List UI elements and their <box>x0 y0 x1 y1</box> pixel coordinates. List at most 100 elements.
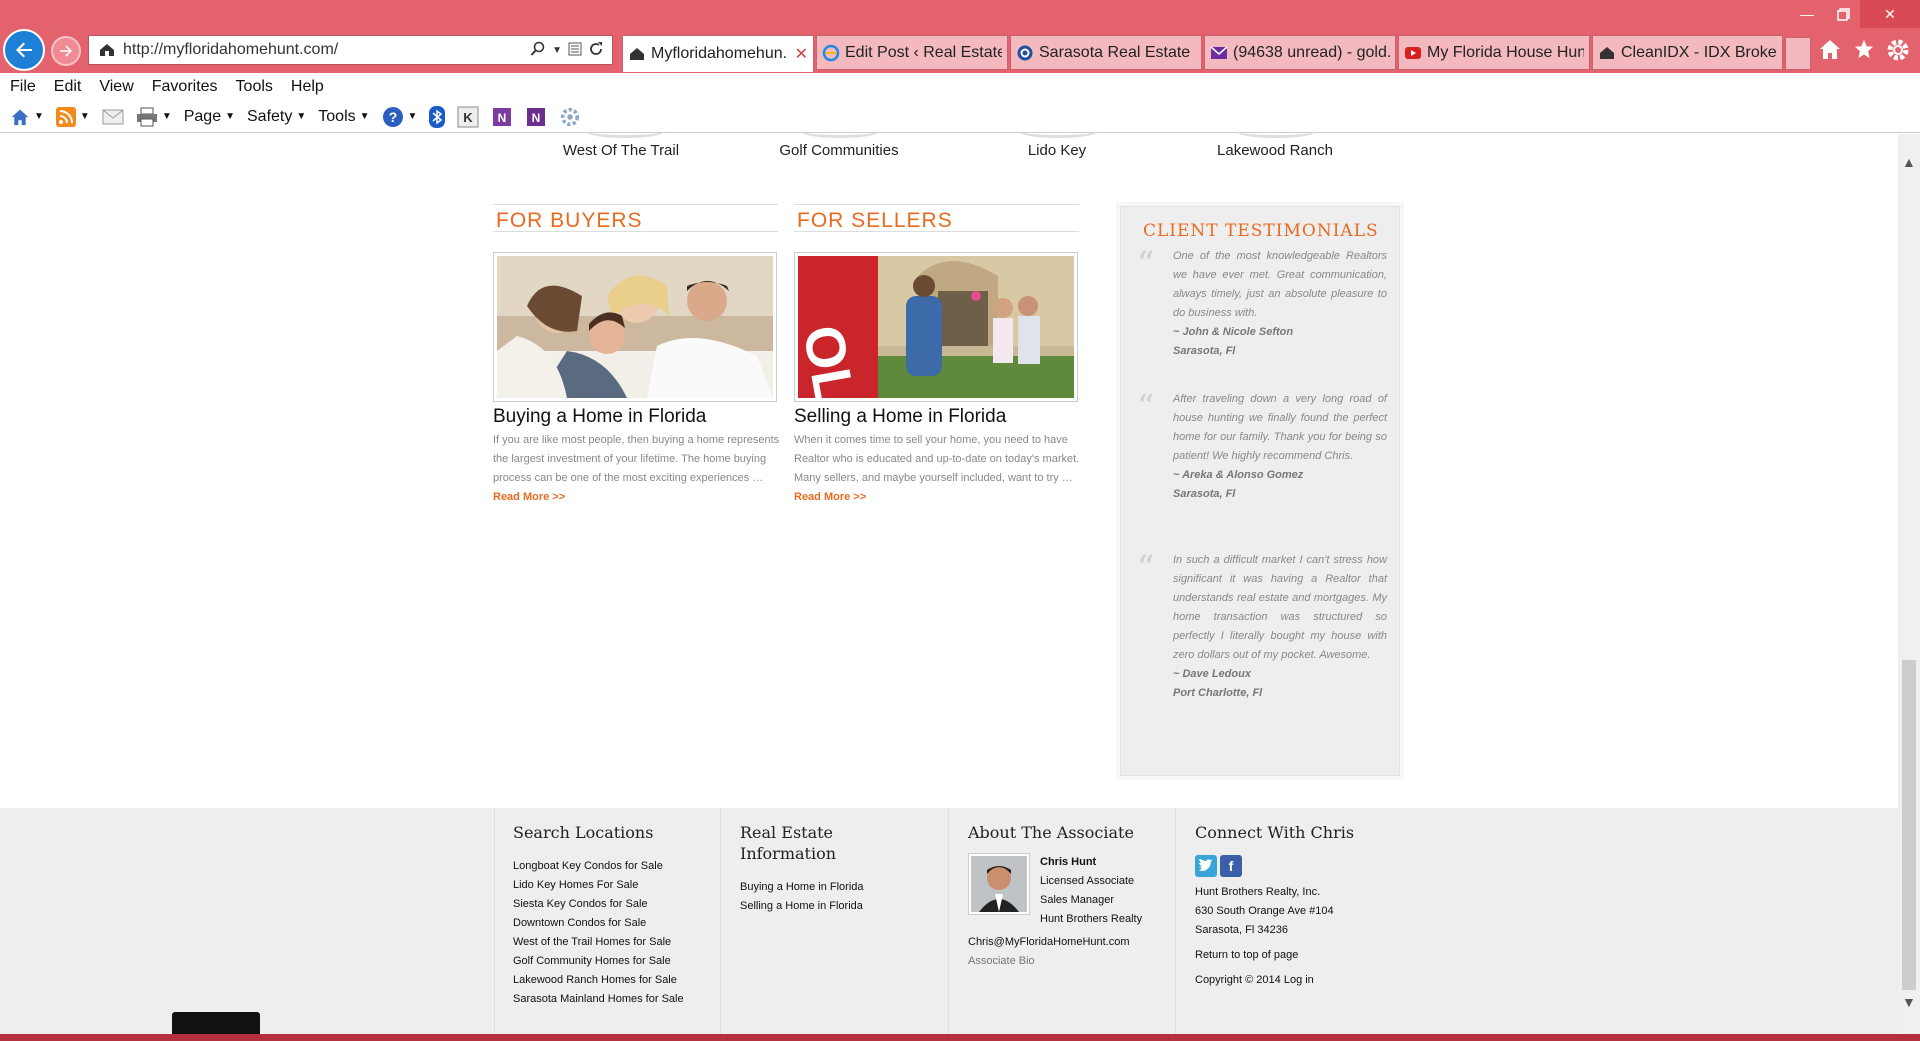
menu-file[interactable]: File <box>10 78 36 96</box>
address-bar[interactable]: http://myfloridahomehunt.com/ ▼ <box>88 35 613 65</box>
page-menu-button[interactable]: Page ▼ <box>184 108 235 126</box>
associate-company: Hunt Brothers Realty <box>1040 913 1143 925</box>
quote-icon: “ <box>1137 387 1155 427</box>
minimize-button[interactable]: — <box>1790 0 1824 28</box>
page-scrollbar[interactable]: ▲ ▼ <box>1898 134 1920 1034</box>
tab-sarasota-real-estate[interactable]: Sarasota Real Estate | ... <box>1010 35 1202 70</box>
settings-gear-icon[interactable] <box>1886 38 1910 67</box>
home-icon[interactable] <box>1818 38 1842 67</box>
footer-link-lido-key[interactable]: Lido Key Homes For Sale <box>513 876 713 895</box>
footer-connect-heading: Connect With Chris <box>1195 823 1355 842</box>
buying-article-title[interactable]: Buying a Home in Florida <box>493 406 706 428</box>
footer-link-buying[interactable]: Buying a Home in Florida <box>740 878 930 897</box>
maximize-button[interactable] <box>1826 0 1860 28</box>
title-bar: http://myfloridahomehunt.com/ ▼ Myflorid… <box>0 0 1920 76</box>
compatibility-view-icon[interactable] <box>568 42 582 59</box>
menu-favorites[interactable]: Favorites <box>152 78 218 96</box>
tab-label: Myfloridahomehun... <box>651 45 787 62</box>
scroll-up-icon[interactable]: ▲ <box>1902 154 1916 170</box>
print-button[interactable]: ▼ <box>136 107 172 127</box>
footer-about-heading: About The Associate <box>968 823 1134 842</box>
footer-link-siesta-key[interactable]: Siesta Key Condos for Sale <box>513 895 713 914</box>
sellers-photo[interactable]: OLD <box>794 252 1078 402</box>
footer-link-selling[interactable]: Selling a Home in Florida <box>740 897 930 916</box>
house-favicon-icon <box>97 41 117 59</box>
associate-email-link[interactable]: Chris@MyFloridaHomeHunt.com <box>968 933 1168 952</box>
footer-link-lakewood-ranch[interactable]: Lakewood Ranch Homes for Sale <box>513 971 713 990</box>
close-tab-icon[interactable]: ✕ <box>795 44 808 64</box>
new-tab-button[interactable] <box>1785 37 1811 70</box>
settings-button[interactable] <box>559 106 581 128</box>
facebook-icon[interactable]: f <box>1220 855 1242 877</box>
associate-bio-link[interactable]: Associate Bio <box>968 952 1168 971</box>
search-icon[interactable] <box>530 41 546 60</box>
home-command-button[interactable]: ▼ <box>10 108 44 126</box>
help-menu-button[interactable]: ? ▼ <box>382 106 417 128</box>
login-link[interactable]: Log in <box>1284 974 1314 986</box>
restore-icon <box>1836 7 1850 21</box>
scroll-down-icon[interactable]: ▼ <box>1902 994 1916 1010</box>
location-golf-communities[interactable]: Golf Communities <box>739 142 939 159</box>
onenote-linked-icon: N <box>527 107 546 126</box>
testimonial-location: Sarasota, Fl <box>1173 488 1236 500</box>
tab-youtube[interactable]: My Florida House Hun... <box>1398 35 1590 70</box>
location-lido-key[interactable]: Lido Key <box>957 142 1157 159</box>
back-button[interactable] <box>3 29 45 71</box>
browser-window: http://myfloridahomehunt.com/ ▼ Myflorid… <box>0 0 1920 1041</box>
footer-link-west-of-the-trail[interactable]: West of the Trail Homes for Sale <box>513 933 713 952</box>
onenote-button[interactable]: N <box>491 106 513 128</box>
selling-article-title[interactable]: Selling a Home in Florida <box>794 406 1006 428</box>
selling-read-more-link[interactable]: Read More >> <box>794 491 866 503</box>
footer-about-associate: About The Associate Chris Hunt Licensed … <box>968 808 1168 1034</box>
testimonial-text: One of the most knowledgeable Realtors w… <box>1173 250 1387 319</box>
footer-connect: Connect With Chris f Hunt Brothers Realt… <box>1195 808 1395 1034</box>
close-window-button[interactable]: ✕ <box>1860 0 1920 28</box>
footer-divider <box>720 808 721 1034</box>
menu-view[interactable]: View <box>99 78 133 96</box>
buyers-photo[interactable] <box>493 252 777 402</box>
back-arrow-icon <box>16 42 32 58</box>
refresh-icon[interactable] <box>588 41 604 60</box>
location-lakewood-ranch[interactable]: Lakewood Ranch <box>1175 142 1375 159</box>
onenote-linked-button[interactable]: N <box>525 106 547 128</box>
buying-article-excerpt: If you are like most people, then buying… <box>493 431 783 507</box>
buying-excerpt-text: If you are like most people, then buying… <box>493 434 780 484</box>
menu-help[interactable]: Help <box>291 78 324 96</box>
url-text[interactable]: http://myfloridahomehunt.com/ <box>123 41 530 59</box>
menu-edit[interactable]: Edit <box>54 78 82 96</box>
associate-avatar[interactable] <box>968 853 1030 915</box>
web-page: West Of The Trail Golf Communities Lido … <box>0 134 1898 1034</box>
testimonial-author: ~ Dave Ledoux <box>1173 668 1251 680</box>
tools-menu-button[interactable]: Tools ▼ <box>318 108 369 126</box>
footer-link-downtown[interactable]: Downtown Condos for Sale <box>513 914 713 933</box>
associate-title: Licensed Associate <box>1040 875 1135 887</box>
return-to-top-link[interactable]: Return to top of page <box>1195 946 1395 965</box>
location-west-of-the-trail[interactable]: West Of The Trail <box>521 142 721 159</box>
tab-myfloridahomehunt[interactable]: Myfloridahomehun... ✕ <box>622 35 814 72</box>
dropdown-icon[interactable]: ▼ <box>552 45 562 56</box>
menu-tools[interactable]: Tools <box>236 78 273 96</box>
feeds-command-button[interactable]: ▼ <box>55 106 90 127</box>
rss-icon <box>55 106 76 127</box>
tab-edit-post[interactable]: Edit Post ‹ Real Estate ... <box>816 35 1008 70</box>
forward-button[interactable] <box>51 36 81 66</box>
twitter-icon[interactable] <box>1195 855 1217 877</box>
company-name: Hunt Brothers Realty, Inc. <box>1195 886 1321 898</box>
scroll-thumb[interactable] <box>1902 660 1916 990</box>
read-mail-button[interactable] <box>102 109 124 125</box>
yahoo-mail-icon <box>1210 44 1228 62</box>
favorites-star-icon[interactable] <box>1852 38 1876 67</box>
footer-link-golf-community[interactable]: Golf Community Homes for Sale <box>513 952 713 971</box>
taskbar-preview <box>172 1012 260 1034</box>
footer-link-sarasota-mainland[interactable]: Sarasota Mainland Homes for Sale <box>513 990 713 1009</box>
menu-bar: File Edit View Favorites Tools Help <box>0 73 1920 101</box>
bluetooth-button[interactable] <box>429 105 446 128</box>
site-footer: Search Locations Longboat Key Condos for… <box>0 808 1898 1034</box>
footer-link-longboat-key[interactable]: Longboat Key Condos for Sale <box>513 857 713 876</box>
safety-menu-button[interactable]: Safety ▼ <box>247 108 306 126</box>
buying-read-more-link[interactable]: Read More >> <box>493 491 565 503</box>
k-addon-button[interactable]: K <box>457 106 479 128</box>
tab-label: (94638 unread) - gold... <box>1233 43 1390 61</box>
tab-cleanidx[interactable]: CleanIDX - IDX Broker... <box>1592 35 1783 70</box>
tab-yahoo-mail[interactable]: (94638 unread) - gold... <box>1204 35 1396 70</box>
